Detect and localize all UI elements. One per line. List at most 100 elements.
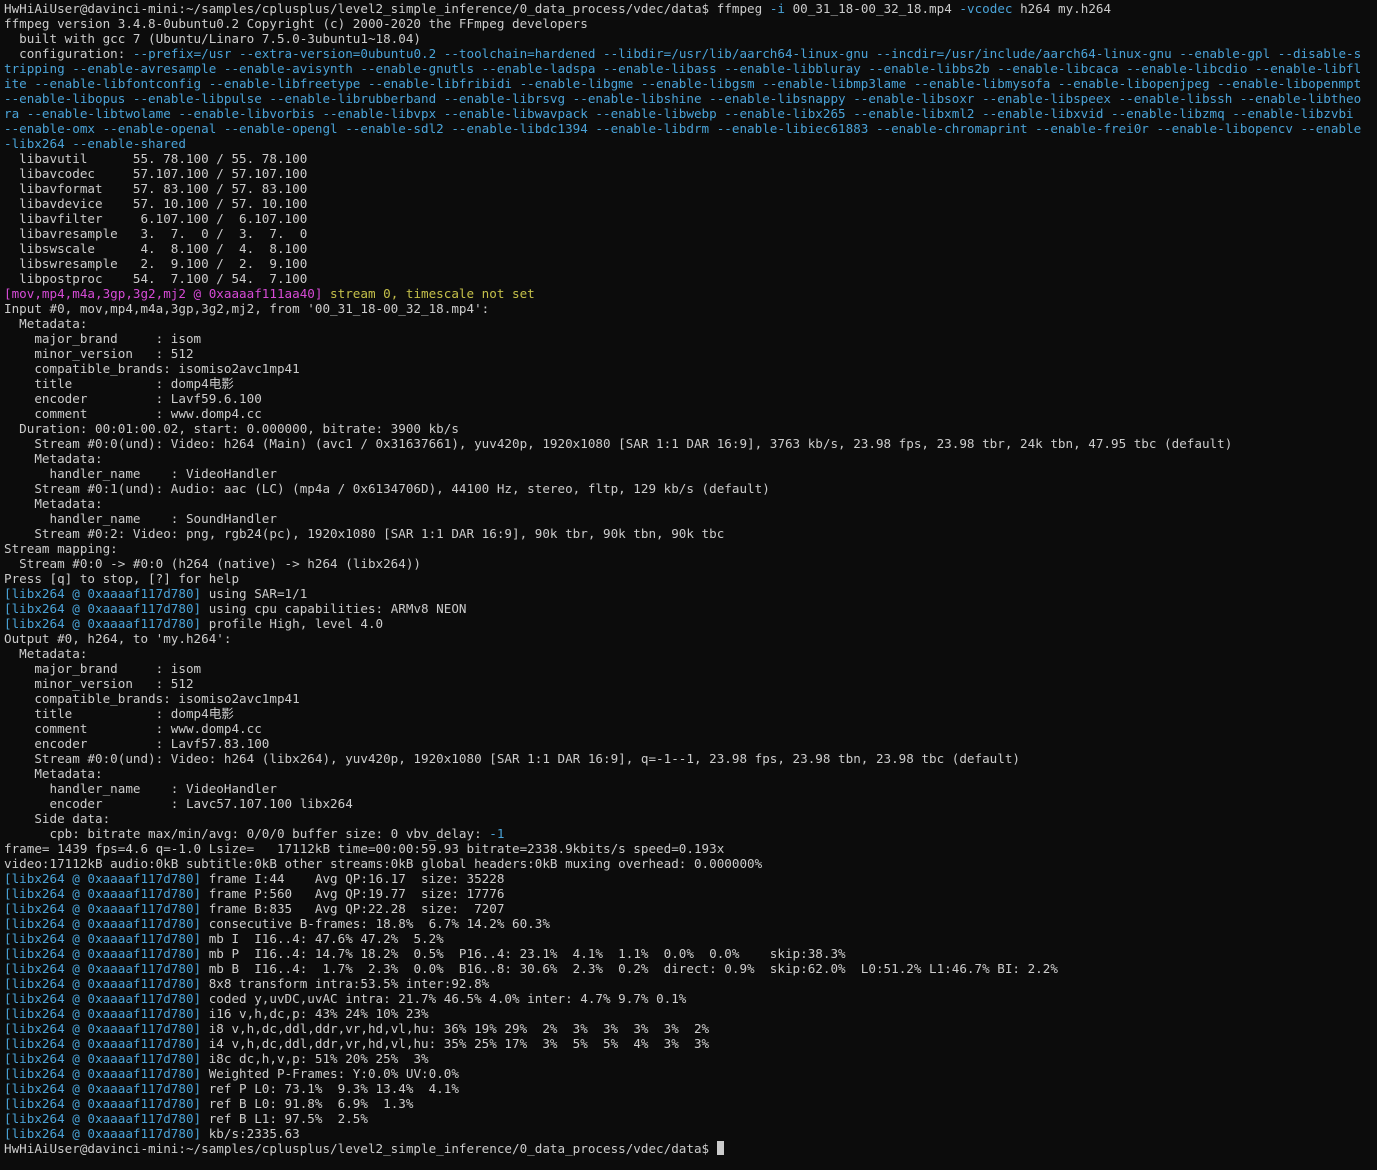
x264-stat-line: [libx264 @ 0xaaaaf117d780] mb I I16..4: …: [4, 931, 1377, 946]
x264-stat-line-text: consecutive B-frames: 18.8% 6.7% 14.2% 6…: [201, 916, 550, 931]
x264-stats-log: [libx264 @ 0xaaaaf117d780] frame I:44 Av…: [4, 871, 1377, 1141]
x264-stat-line-text: coded y,uvDC,uvAC intra: 21.7% 46.5% 4.0…: [201, 991, 687, 1006]
library-version-line: libpostproc 54. 7.100 / 54. 7.100: [4, 271, 308, 286]
cpb-line: cpb: bitrate max/min/avg: 0/0/0 buffer s…: [4, 826, 1377, 841]
library-version-line: libswscale 4. 8.100 / 4. 8.100: [4, 241, 308, 256]
x264-stat-line-text: Weighted P-Frames: Y:0.0% UV:0.0%: [201, 1066, 459, 1081]
x264-stat-line-text: i16 v,h,dc,p: 43% 24% 10% 23%: [201, 1006, 429, 1021]
x264-stat-line-text: frame I:44 Avg QP:16.17 size: 35228: [201, 871, 505, 886]
output-info-line: encoder : Lavf57.83.100: [4, 736, 270, 751]
library-version-line: libavfilter 6.107.100 / 6.107.100: [4, 211, 308, 226]
output-info: Output #0, h264, to 'my.h264': Metadata:…: [4, 631, 1377, 826]
output-file-arg: my.h264: [1058, 1, 1112, 16]
output-info-line: encoder : Lavc57.107.100 libx264: [4, 796, 353, 811]
library-version-line: libavcodec 57.107.100 / 57.107.100: [4, 166, 308, 181]
x264-stat-line: [libx264 @ 0xaaaaf117d780] mb P I16..4: …: [4, 946, 1377, 961]
x264-stat-line-text: i8 v,h,dc,ddl,ddr,vr,hd,vl,hu: 36% 19% 2…: [201, 1021, 710, 1036]
configuration-options: --prefix=/usr --extra-version=0ubuntu0.2…: [4, 46, 1362, 151]
x264-tag: [libx264 @ 0xaaaaf117d780]: [4, 1066, 202, 1081]
output-info-line: Output #0, h264, to 'my.h264':: [4, 631, 232, 646]
x264-stat-line-text: frame P:560 Avg QP:19.77 size: 17776: [201, 886, 505, 901]
input-info-line: comment : www.domp4.cc: [4, 406, 262, 421]
input-info-line: compatible_brands: isomiso2avc1mp41: [4, 361, 300, 376]
x264-stat-line-text: ref B L1: 97.5% 2.5%: [201, 1111, 368, 1126]
x264-log-line-text: using SAR=1/1: [201, 586, 308, 601]
progress-summary: frame= 1439 fps=4.6 q=-1.0 Lsize= 17112k…: [4, 841, 1377, 871]
x264-log-line-text: using cpu capabilities: ARMv8 NEON: [201, 601, 467, 616]
output-info-line: comment : www.domp4.cc: [4, 721, 262, 736]
x264-tag: [libx264 @ 0xaaaaf117d780]: [4, 961, 202, 976]
x264-stat-line-text: kb/s:2335.63: [201, 1126, 300, 1141]
x264-stat-line-text: i4 v,h,dc,ddl,ddr,vr,hd,vl,hu: 35% 25% 1…: [201, 1036, 710, 1051]
x264-stat-line: [libx264 @ 0xaaaaf117d780] i8 v,h,dc,ddl…: [4, 1021, 1377, 1036]
input-file-arg: 00_31_18-00_32_18.mp4: [792, 1, 952, 16]
x264-stat-line: [libx264 @ 0xaaaaf117d780] frame B:835 A…: [4, 901, 1377, 916]
output-info-line: title : domp4电影: [4, 706, 234, 721]
x264-tag: [libx264 @ 0xaaaaf117d780]: [4, 901, 202, 916]
x264-stat-line: [libx264 @ 0xaaaaf117d780] ref P L0: 73.…: [4, 1081, 1377, 1096]
x264-tag: [libx264 @ 0xaaaaf117d780]: [4, 1006, 202, 1021]
x264-init-log: [libx264 @ 0xaaaaf117d780] using SAR=1/1…: [4, 586, 1377, 631]
input-info-line: Stream #0:2: Video: png, rgb24(pc), 1920…: [4, 526, 725, 541]
x264-stat-line: [libx264 @ 0xaaaaf117d780] frame I:44 Av…: [4, 871, 1377, 886]
x264-stat-line-text: mb P I16..4: 14.7% 18.2% 0.5% P16..4: 23…: [201, 946, 846, 961]
library-version-line: libavformat 57. 83.100 / 57. 83.100: [4, 181, 308, 196]
flag-vcodec: -vcodec: [959, 1, 1013, 16]
input-info-line: title : domp4电影: [4, 376, 234, 391]
progress-line: video:17112kB audio:0kB subtitle:0kB oth…: [4, 856, 763, 871]
x264-stat-line-text: i8c dc,h,v,p: 51% 20% 25% 3%: [201, 1051, 429, 1066]
x264-tag: [libx264 @ 0xaaaaf117d780]: [4, 1126, 202, 1141]
x264-tag: [libx264 @ 0xaaaaf117d780]: [4, 871, 202, 886]
x264-tag: [libx264 @ 0xaaaaf117d780]: [4, 976, 202, 991]
x264-stat-line-text: frame B:835 Avg QP:22.28 size: 7207: [201, 901, 505, 916]
warning-text: stream 0, timescale not set: [322, 286, 535, 301]
input-info-line: Stream #0:1(und): Audio: aac (LC) (mp4a …: [4, 481, 770, 496]
x264-tag: [libx264 @ 0xaaaaf117d780]: [4, 1111, 202, 1126]
input-info-line: Input #0, mov,mp4,m4a,3gp,3g2,mj2, from …: [4, 301, 490, 316]
x264-stat-line: [libx264 @ 0xaaaaf117d780] ref B L0: 91.…: [4, 1096, 1377, 1111]
output-info-line: Metadata:: [4, 766, 103, 781]
progress-line: frame= 1439 fps=4.6 q=-1.0 Lsize= 17112k…: [4, 841, 725, 856]
x264-stat-line: [libx264 @ 0xaaaaf117d780] ref B L1: 97.…: [4, 1111, 1377, 1126]
x264-tag: [libx264 @ 0xaaaaf117d780]: [4, 616, 202, 631]
command-name: ffmpeg: [716, 1, 763, 16]
input-info-line: Metadata:: [4, 316, 88, 331]
x264-stat-line-text: mb I I16..4: 47.6% 47.2% 5.2%: [201, 931, 444, 946]
output-info-line: Stream #0:0(und): Video: h264 (libx264),…: [4, 751, 1020, 766]
x264-stat-line: [libx264 @ 0xaaaaf117d780] i4 v,h,dc,ddl…: [4, 1036, 1377, 1051]
x264-stat-line: [libx264 @ 0xaaaaf117d780] kb/s:2335.63: [4, 1126, 1377, 1141]
configuration-label: configuration:: [4, 46, 133, 61]
input-info-line: Stream #0:0(und): Video: h264 (Main) (av…: [4, 436, 1233, 451]
input-info-line: major_brand : isom: [4, 331, 202, 346]
x264-tag: [libx264 @ 0xaaaaf117d780]: [4, 1081, 202, 1096]
configuration-line: configuration: --prefix=/usr --extra-ver…: [4, 46, 1366, 151]
version-line: ffmpeg version 3.4.8-0ubuntu0.2 Copyrigh…: [4, 16, 588, 31]
x264-stat-line-text: 8x8 transform intra:53.5% inter:92.8%: [201, 976, 490, 991]
codec-arg: h264: [1020, 1, 1051, 16]
x264-stat-line: [libx264 @ 0xaaaaf117d780] i8c dc,h,v,p:…: [4, 1051, 1377, 1066]
x264-stat-line-text: mb B I16..4: 1.7% 2.3% 0.0% B16..8: 30.6…: [201, 961, 1058, 976]
x264-tag: [libx264 @ 0xaaaaf117d780]: [4, 1096, 202, 1111]
x264-stat-line: [libx264 @ 0xaaaaf117d780] coded y,uvDC,…: [4, 991, 1377, 1006]
x264-stat-line-text: ref P L0: 73.1% 9.3% 13.4% 4.1%: [201, 1081, 459, 1096]
command-line: HwHiAiUser@davinci-mini:~/samples/cplusp…: [4, 1, 1377, 16]
final-prompt-line[interactable]: HwHiAiUser@davinci-mini:~/samples/cplusp…: [4, 1141, 1377, 1156]
x264-tag: [libx264 @ 0xaaaaf117d780]: [4, 601, 202, 616]
output-info-line: Metadata:: [4, 646, 88, 661]
x264-tag: [libx264 @ 0xaaaaf117d780]: [4, 931, 202, 946]
x264-tag: [libx264 @ 0xaaaaf117d780]: [4, 916, 202, 931]
library-version-line: libavutil 55. 78.100 / 55. 78.100: [4, 151, 308, 166]
built-line: built with gcc 7 (Ubuntu/Linaro 7.5.0-3u…: [4, 31, 422, 46]
text-cursor: [716, 1141, 724, 1155]
output-info-line: compatible_brands: isomiso2avc1mp41: [4, 691, 300, 706]
input-info-line: Metadata:: [4, 451, 103, 466]
x264-stat-line: [libx264 @ 0xaaaaf117d780] mb B I16..4: …: [4, 961, 1377, 976]
x264-tag: [libx264 @ 0xaaaaf117d780]: [4, 946, 202, 961]
input-info: Input #0, mov,mp4,m4a,3gp,3g2,mj2, from …: [4, 301, 1377, 586]
x264-tag: [libx264 @ 0xaaaaf117d780]: [4, 586, 202, 601]
x264-tag: [libx264 @ 0xaaaaf117d780]: [4, 991, 202, 1006]
vbv-delay-value: -1: [489, 826, 505, 841]
terminal-window[interactable]: HwHiAiUser@davinci-mini:~/samples/cplusp…: [0, 0, 1377, 1170]
output-info-line: major_brand : isom: [4, 661, 202, 676]
x264-stat-line: [libx264 @ 0xaaaaf117d780] i16 v,h,dc,p:…: [4, 1006, 1377, 1021]
